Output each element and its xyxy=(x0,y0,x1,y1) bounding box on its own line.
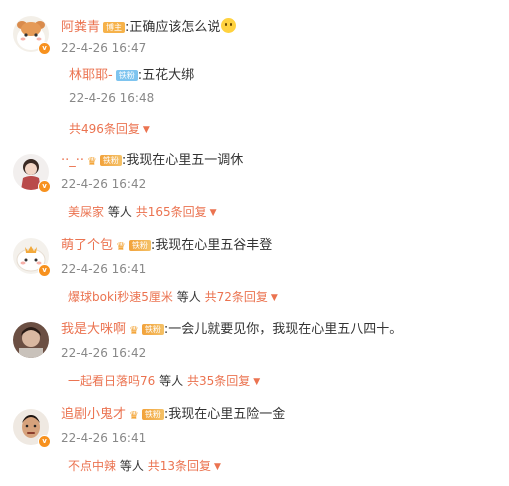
reply-etc: 等人 xyxy=(176,290,201,304)
photo-avatar-icon xyxy=(13,322,49,358)
reply-username[interactable]: 爆球boki秒速5厘米 xyxy=(68,290,173,304)
reply-time: 22-4-26 16:48 xyxy=(69,91,155,105)
username[interactable]: 追剧小鬼才 xyxy=(61,407,126,422)
crown-icon: ♛ xyxy=(87,155,97,168)
smile-emoji-icon xyxy=(221,18,237,33)
reply-username[interactable]: 一起看日落吗76 xyxy=(68,374,155,388)
crown-icon: ♛ xyxy=(129,409,139,422)
verified-badge-icon: v xyxy=(38,435,51,448)
verified-badge-icon: v xyxy=(38,180,51,193)
fan-tag: 铁粉 xyxy=(141,324,164,335)
reply-line: 林耶耶- 铁粉:五花大绑 xyxy=(69,67,194,85)
comment-time: 22-4-26 16:42 xyxy=(61,177,147,191)
crown-icon: ♛ xyxy=(116,240,126,253)
username[interactable]: 萌了个包 xyxy=(61,238,113,253)
comment-line: 阿粪青 博主:正确应该怎么说 xyxy=(61,18,237,37)
reply-etc: 等人 xyxy=(107,205,132,219)
avatar[interactable] xyxy=(13,322,49,358)
reply-summary[interactable]: 一起看日落吗76 等人 共35条回复 ▼ xyxy=(68,372,260,391)
reply-count: 共35条回复 xyxy=(186,374,251,388)
comment-text: :我现在心里五险一金 xyxy=(163,407,286,422)
comment-text: :我现在心里五谷丰登 xyxy=(150,238,273,253)
reply-summary[interactable]: 爆球boki秒速5厘米 等人 共72条回复 ▼ xyxy=(68,288,278,307)
comment-time: 22-4-26 16:41 xyxy=(61,262,147,276)
reply-etc: 等人 xyxy=(159,374,184,388)
comment-time: 22-4-26 16:47 xyxy=(61,41,147,55)
reply-count: 共13条回复 xyxy=(147,459,211,473)
comment-line: ··_·· ♛ 铁粉:我现在心里五一调休 xyxy=(61,152,243,171)
reply-summary[interactable]: 不点中辣 等人 共13条回复 ▼ xyxy=(68,457,221,476)
fan-tag: 铁粉 xyxy=(141,409,164,420)
reply-box: 林耶耶- 铁粉:五花大绑 22-4-26 16:48 共496条回复 ▼ xyxy=(63,63,483,153)
reply-username[interactable]: 美屎家 xyxy=(68,205,104,219)
reply-text: :五花大绑 xyxy=(137,68,195,83)
reply-summary[interactable]: 美屎家 等人 共165条回复 ▼ xyxy=(68,203,217,222)
username[interactable]: ··_·· xyxy=(61,153,84,168)
comment-text: :一会儿就要见你，我现在心里五八四十。 xyxy=(163,322,403,337)
reply-count: 共165条回复 xyxy=(135,205,207,219)
comment-line: 追剧小鬼才 ♛ 铁粉:我现在心里五险一金 xyxy=(61,406,285,425)
comment-line: 萌了个包 ♛ 铁粉:我现在心里五谷丰登 xyxy=(61,237,272,256)
comment-list: v 阿粪青 博主:正确应该怎么说 22-4-26 16:47 林耶耶- 铁粉:五花大… xyxy=(0,0,509,486)
caret-down-icon: ▼ xyxy=(253,377,261,387)
reply-count-link[interactable]: 共496条回复 ▼ xyxy=(69,120,150,137)
username[interactable]: 阿粪青 xyxy=(61,20,100,35)
reply-count: 共496条回复 xyxy=(69,122,140,136)
caret-down-icon: ▼ xyxy=(209,208,217,218)
caret-down-icon: ▼ xyxy=(270,293,278,303)
caret-down-icon: ▼ xyxy=(213,462,221,472)
reply-count: 共72条回复 xyxy=(204,290,268,304)
comment-line: 我是大咪啊 ♛ 铁粉:一会儿就要见你，我现在心里五八四十。 xyxy=(61,321,402,340)
reply-etc: 等人 xyxy=(119,459,144,473)
reply-username[interactable]: 不点中辣 xyxy=(68,459,116,473)
author-tag: 博主 xyxy=(103,22,126,33)
comment-time: 22-4-26 16:41 xyxy=(61,431,147,445)
fan-tag: 铁粉 xyxy=(128,240,151,251)
username[interactable]: 我是大咪啊 xyxy=(61,322,126,337)
caret-down-icon: ▼ xyxy=(142,125,150,135)
fan-tag: 铁粉 xyxy=(115,70,138,81)
crown-icon: ♛ xyxy=(129,324,139,337)
verified-badge-icon: v xyxy=(38,264,51,277)
fan-tag: 铁粉 xyxy=(99,155,122,166)
verified-badge-icon: v xyxy=(38,42,51,55)
comment-time: 22-4-26 16:42 xyxy=(61,346,147,360)
comment-text: :正确应该怎么说 xyxy=(125,20,221,35)
comment-text: :我现在心里五一调休 xyxy=(121,153,244,168)
reply-username[interactable]: 林耶耶- xyxy=(69,68,113,83)
